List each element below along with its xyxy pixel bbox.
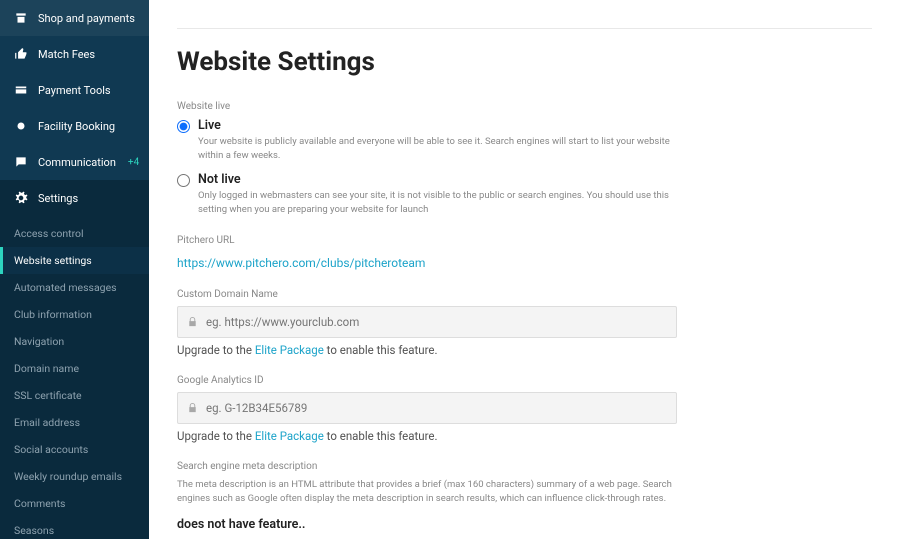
meta-label: Search engine meta description (177, 461, 872, 472)
nav-label: Payment Tools (38, 84, 111, 97)
nav-label: Match Fees (38, 48, 95, 61)
nav-settings[interactable]: Settings (0, 180, 149, 216)
feature-note: does not have feature.. (177, 517, 872, 532)
elite-package-link[interactable]: Elite Package (255, 343, 324, 357)
sub-seasons[interactable]: Seasons (0, 517, 149, 539)
sub-club-information[interactable]: Club information (0, 301, 149, 328)
card-icon (14, 83, 28, 97)
chat-icon (14, 155, 28, 169)
thumbs-icon (14, 47, 28, 61)
ga-input (177, 392, 677, 424)
sub-email-address[interactable]: Email address (0, 409, 149, 436)
nav-label: Facility Booking (38, 120, 115, 133)
badge-count: +4 (128, 157, 139, 168)
ga-label: Google Analytics ID (177, 375, 872, 386)
custom-domain-input (177, 306, 677, 338)
whistle-icon (14, 119, 28, 133)
pitchero-url-label: Pitchero URL (177, 235, 872, 246)
nav-facility-booking[interactable]: Facility Booking (0, 108, 149, 144)
sub-automated-messages[interactable]: Automated messages (0, 274, 149, 301)
sub-ssl-certificate[interactable]: SSL certificate (0, 382, 149, 409)
nav-shop-payments[interactable]: Shop and payments (0, 0, 149, 36)
live-desc: Your website is publicly available and e… (198, 135, 688, 164)
sub-social-accounts[interactable]: Social accounts (0, 436, 149, 463)
nav-label: Settings (38, 192, 78, 205)
sub-domain-name[interactable]: Domain name (0, 355, 149, 382)
nav-payment-tools[interactable]: Payment Tools (0, 72, 149, 108)
sidebar: Shop and payments Match Fees Payment Too… (0, 0, 149, 539)
website-live-label: Website live (177, 101, 872, 112)
custom-domain-label: Custom Domain Name (177, 289, 872, 300)
nav-match-fees[interactable]: Match Fees (0, 36, 149, 72)
sub-weekly-roundup[interactable]: Weekly roundup emails (0, 463, 149, 490)
radio-not-live[interactable] (177, 174, 190, 187)
sub-website-settings[interactable]: Website settings (0, 247, 149, 274)
sub-comments[interactable]: Comments (0, 490, 149, 517)
sub-navigation[interactable]: Navigation (0, 328, 149, 355)
pitchero-url-link[interactable]: https://www.pitchero.com/clubs/pitcherot… (177, 256, 425, 270)
radio-live[interactable] (177, 120, 190, 133)
lock-icon (187, 313, 198, 332)
elite-package-link[interactable]: Elite Package (255, 429, 324, 443)
nav-label: Shop and payments (38, 12, 135, 25)
upgrade-note: Upgrade to the Elite Package to enable t… (177, 343, 872, 357)
meta-help: The meta description is an HTML attribut… (177, 478, 677, 507)
main-content: Website Settings Website live Live Your … (149, 0, 900, 539)
live-title: Live (198, 118, 688, 133)
nav-communication[interactable]: Communication +4 (0, 144, 149, 180)
subnav: Access control Website settings Automate… (0, 216, 149, 539)
nav-label: Communication (38, 156, 116, 169)
sub-access-control[interactable]: Access control (0, 220, 149, 247)
page-title: Website Settings (177, 47, 872, 77)
gear-icon (14, 191, 28, 205)
notlive-title: Not live (198, 172, 688, 187)
lock-icon (187, 399, 198, 418)
notlive-desc: Only logged in webmasters can see your s… (198, 189, 688, 218)
upgrade-note: Upgrade to the Elite Package to enable t… (177, 429, 872, 443)
shop-icon (14, 11, 28, 25)
